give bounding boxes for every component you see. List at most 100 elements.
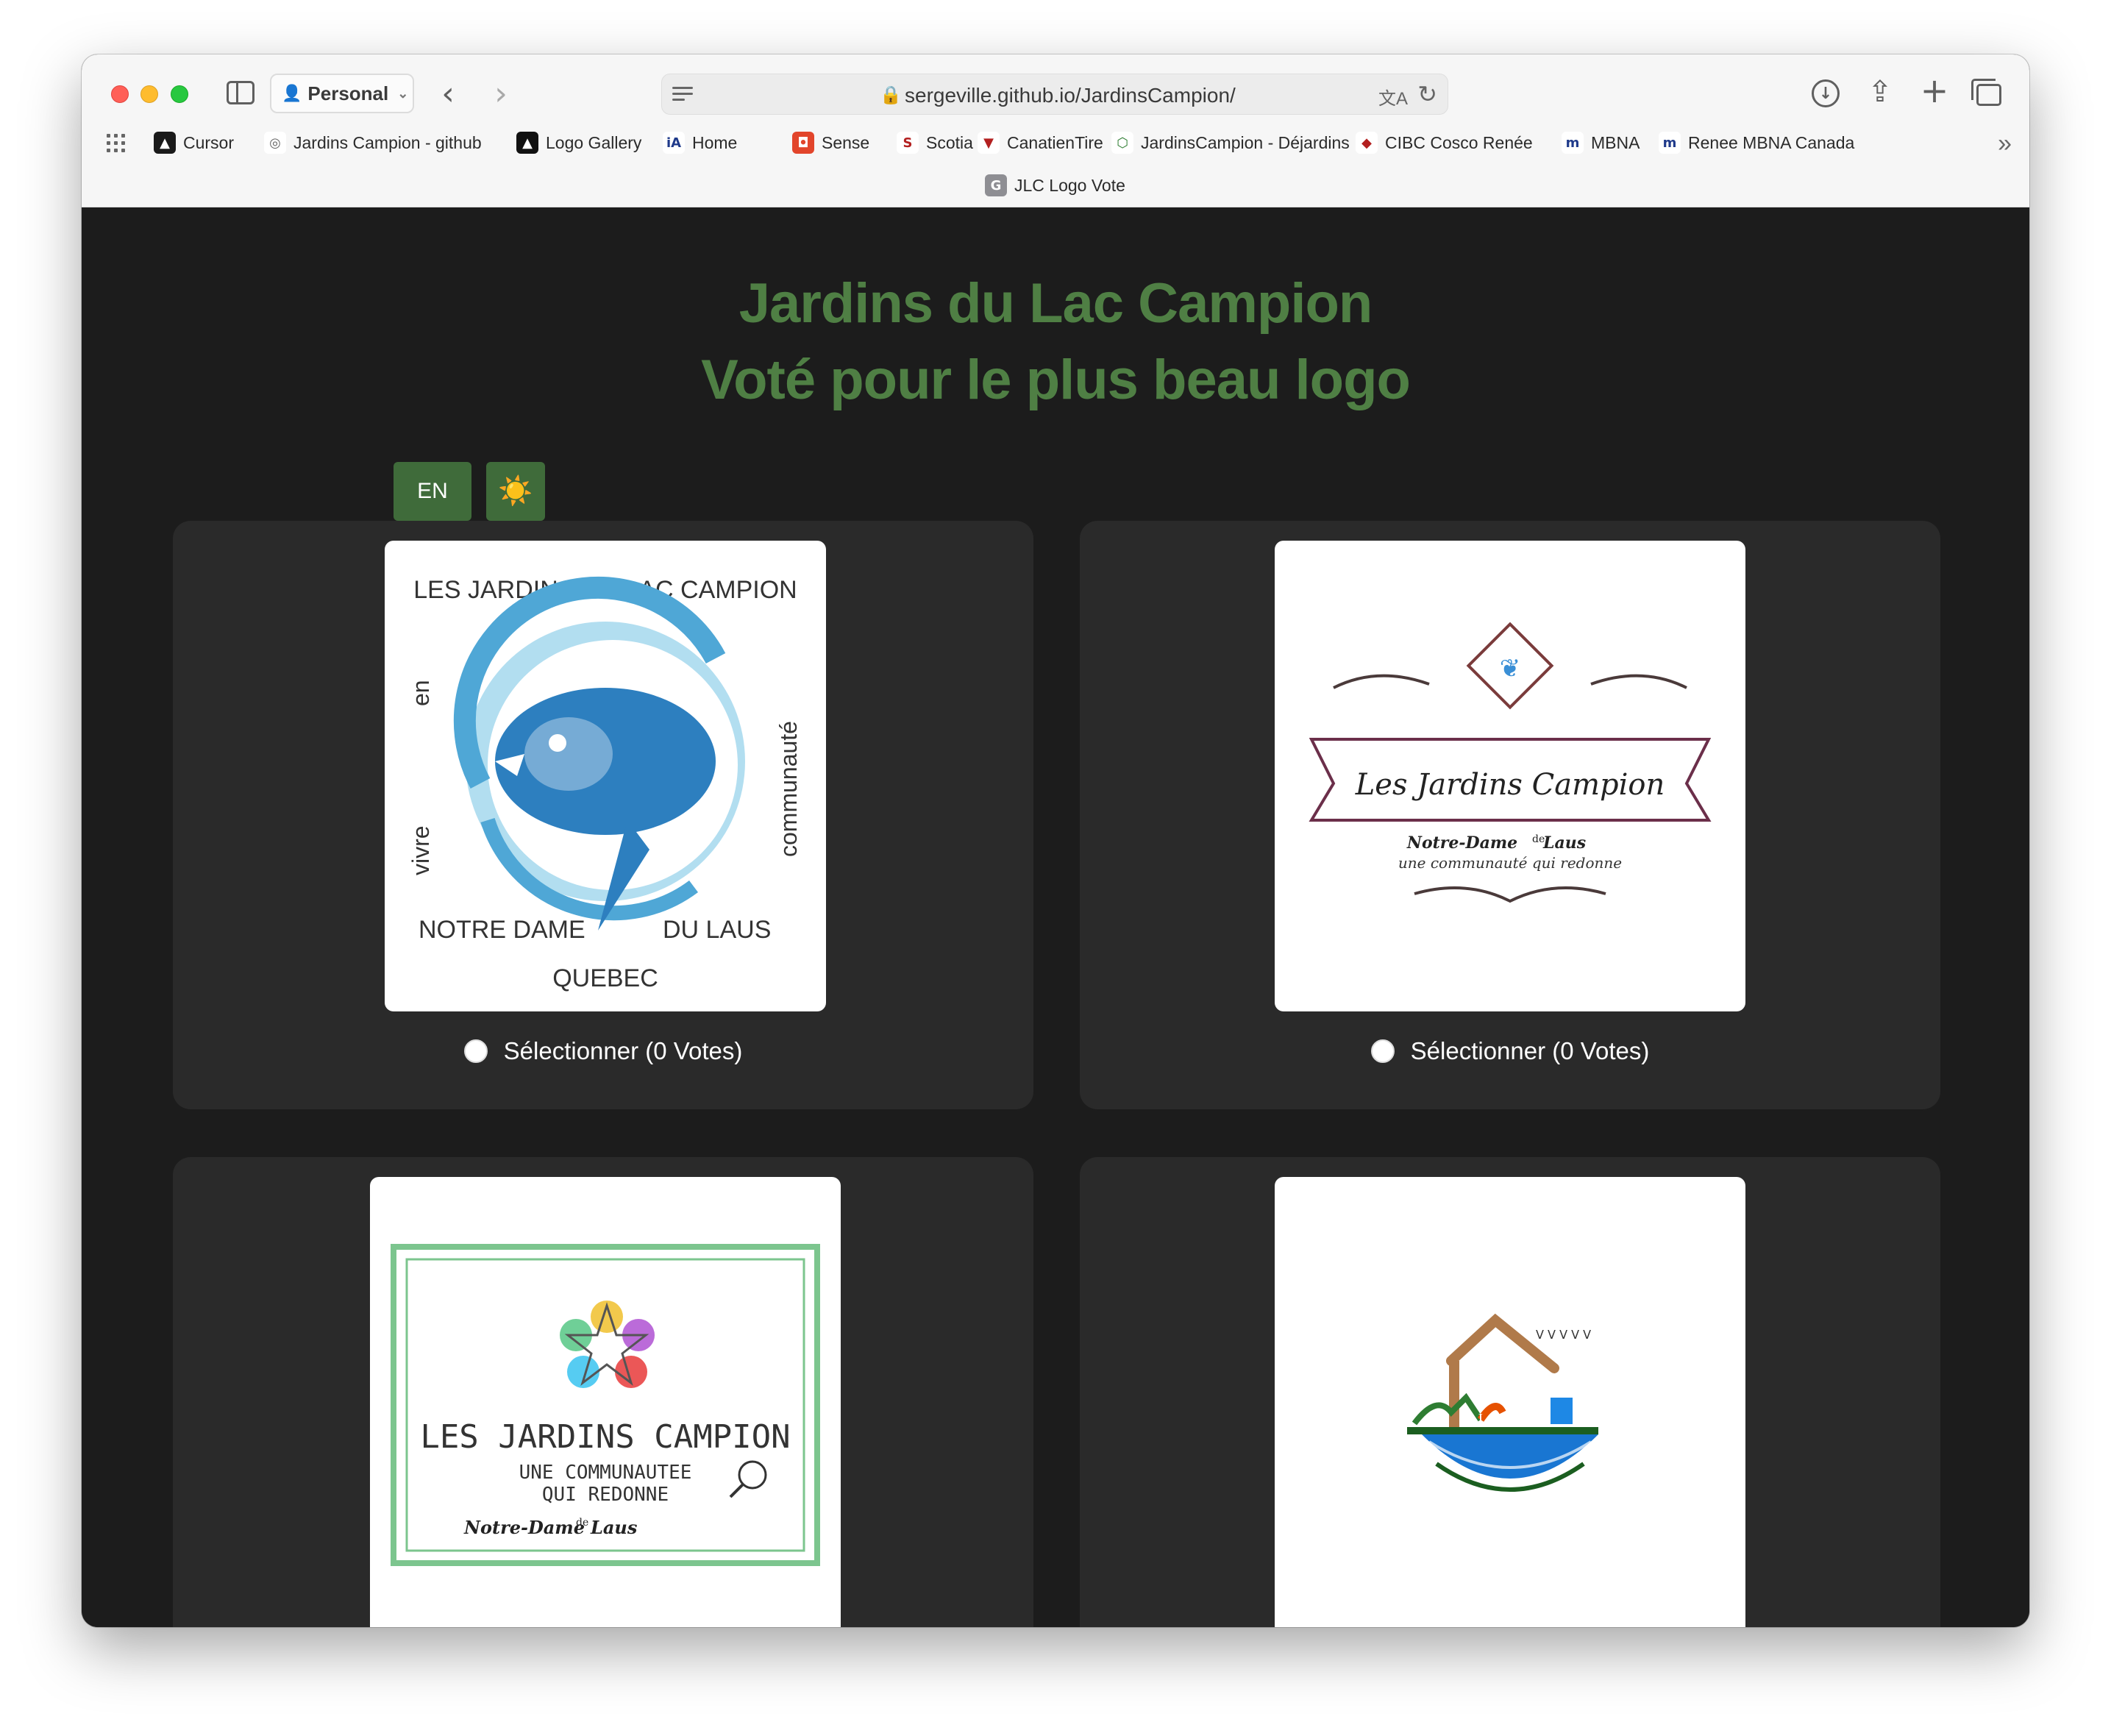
logo1-quebec-text: QUEBEC <box>552 964 658 992</box>
person-icon: 👤 <box>282 84 302 102</box>
logo1-vivre-text: vivre <box>407 825 434 875</box>
bookmark-label: Logo Gallery <box>546 132 642 152</box>
mbna-icon: m <box>1659 132 1681 154</box>
logo3-tagline2-text: QUI REDONNE <box>542 1484 669 1506</box>
logo1-communaute-text: communauté <box>775 721 802 857</box>
bookmark-item[interactable]: ◘ Sense <box>792 128 869 157</box>
bookmark-item[interactable]: ▲ Cursor <box>154 128 234 157</box>
mbna-icon: m <box>1562 132 1584 154</box>
bookmark-label: Scotia <box>926 132 973 152</box>
bookmark-label: Renee MBNA Canada <box>1688 132 1855 152</box>
minimize-window-button[interactable] <box>140 85 158 103</box>
bookmark-item[interactable]: m MBNA <box>1562 128 1640 157</box>
logo4-j-text: J <box>1477 1411 1483 1427</box>
theme-toggle-button[interactable]: ☀️ <box>486 462 545 521</box>
browser-window: 👤 Personal ⌄ ‹ › 🔒 sergeville.github.io/… <box>82 54 2029 1627</box>
apps-grid-icon[interactable] <box>107 134 126 153</box>
vote-label: Sélectionner (0 Votes) <box>1410 1037 1650 1064</box>
vote-radio[interactable] <box>463 1039 488 1063</box>
logo2-title-text: Les Jardins Campion <box>1355 768 1665 802</box>
logo4-c-text: C <box>1528 1411 1538 1427</box>
logo3-de-text: de <box>576 1517 588 1529</box>
chevron-down-icon: ⌄ <box>397 85 409 101</box>
logo3-laus-text: Laus <box>590 1517 638 1538</box>
sense-icon: ◘ <box>792 132 814 154</box>
cursor-icon: ▲ <box>154 132 176 154</box>
bookmark-item[interactable]: ▲ Logo Gallery <box>516 128 641 157</box>
bookmark-item[interactable]: iA Home <box>663 128 737 157</box>
language-toggle-button[interactable]: EN <box>394 462 471 521</box>
bookmark-item[interactable]: ◎ Jardins Campion - github <box>264 128 482 157</box>
vote-label: Sélectionner (0 Votes) <box>503 1037 743 1064</box>
logo-image-3[interactable]: LES JARDINS CAMPION UNE COMMUNAUTEE QUI … <box>370 1177 841 1627</box>
desjardins-icon: ⬡ <box>1111 132 1133 154</box>
svg-text:ᐯ ᐯ ᐯ ᐯ ᐯ: ᐯ ᐯ ᐯ ᐯ ᐯ <box>1536 1328 1591 1342</box>
bookmark-item[interactable]: G JLC Logo Vote <box>985 171 1125 200</box>
bookmark-label: JLC Logo Vote <box>1014 175 1125 195</box>
bookmark-item[interactable]: m Renee MBNA Canada <box>1659 128 1854 157</box>
g-icon: G <box>985 174 1007 196</box>
downloads-icon[interactable]: ↓ <box>1807 75 1844 112</box>
logo3-title-text: LES JARDINS CAMPION <box>420 1418 790 1456</box>
bookmark-label: CIBC Cosco Renée <box>1385 132 1533 152</box>
bookmark-label: Jardins Campion - github <box>293 132 482 152</box>
url-text[interactable]: sergeville.github.io/JardinsCampion/ <box>905 84 1236 107</box>
bookmark-label: Home <box>692 132 738 152</box>
tab-overview-icon[interactable] <box>1971 77 2007 113</box>
logo-card: LES JARDINS CAMPION UNE COMMUNAUTEE QUI … <box>173 1157 1033 1627</box>
bookmarks-bar-row2: G JLC Logo Vote <box>82 171 2029 200</box>
scotia-icon: S <box>897 132 919 154</box>
logo-card: LES JARDINS DU LAC CAMPION en vivre comm… <box>173 521 1033 1109</box>
share-icon[interactable]: ⇪ <box>1862 72 1898 112</box>
bookmark-label: Cursor <box>183 132 235 152</box>
page-title: Jardins du Lac Campion <box>738 272 1373 335</box>
logo-image-2[interactable]: ❦ Les Jardins Campion Notre-Dame de Laus… <box>1275 541 1745 1011</box>
logo2-tagline-text: une communauté qui redonne <box>1398 854 1622 872</box>
sidebar-toggle-icon[interactable] <box>226 79 255 106</box>
profile-selector[interactable]: 👤 Personal ⌄ <box>270 74 414 113</box>
translate-icon[interactable]: 文A <box>1378 84 1408 110</box>
address-bar[interactable]: 🔒 sergeville.github.io/JardinsCampion/ 文… <box>661 74 1448 115</box>
forward-button[interactable]: › <box>486 75 516 113</box>
reader-view-icon[interactable] <box>672 83 693 105</box>
logo-gallery-icon: ▲ <box>516 132 538 154</box>
bookmarks-bar: ▲ Cursor ◎ Jardins Campion - github ▲ Logo Ga… <box>82 128 2029 157</box>
close-window-button[interactable] <box>111 85 129 103</box>
vote-option[interactable]: Sélectionner (0 Votes) <box>1080 1037 1940 1065</box>
logo3-tagline1-text: UNE COMMUNAUTEE <box>519 1462 692 1484</box>
page-content: Jardins du Lac Campion Voté pour le plus… <box>82 208 2029 1627</box>
logo-image-4[interactable]: ᐯ ᐯ ᐯ ᐯ ᐯ J L C <box>1275 1177 1745 1627</box>
more-bookmarks-icon[interactable]: » <box>1998 129 2012 158</box>
bookmark-label: Sense <box>822 132 870 152</box>
lock-icon: 🔒 <box>880 85 902 105</box>
bookmark-item[interactable]: ▼ CanatienTire <box>978 128 1103 157</box>
logo-image-1[interactable]: LES JARDINS DU LAC CAMPION en vivre comm… <box>385 541 826 1011</box>
logo-card: ❦ Les Jardins Campion Notre-Dame de Laus… <box>1080 521 1940 1109</box>
svg-text:❦: ❦ <box>1500 654 1521 683</box>
logo4-l-text: L <box>1503 1411 1512 1427</box>
logo1-en-text: en <box>407 680 434 706</box>
canadiantire-icon: ▼ <box>978 132 1000 154</box>
browser-toolbar: 👤 Personal ⌄ ‹ › 🔒 sergeville.github.io/… <box>82 54 2029 207</box>
logo2-notre-dame-text: Notre-Dame <box>1406 833 1517 853</box>
logo2-laus-text: Laus <box>1542 833 1586 853</box>
new-tab-icon[interactable]: + <box>1916 71 1953 110</box>
page-subtitle: Voté pour le plus beau logo <box>701 349 1411 411</box>
vote-option[interactable]: Sélectionner (0 Votes) <box>173 1037 1033 1065</box>
bookmark-item[interactable]: S Scotia <box>897 128 973 157</box>
globe-icon: ◎ <box>264 132 286 154</box>
logo3-notre-dame-text: Notre-Dame <box>463 1517 585 1538</box>
bookmark-item[interactable]: ◆ CIBC Cosco Renée <box>1356 128 1533 157</box>
ia-icon: iA <box>663 132 685 154</box>
vote-radio[interactable] <box>1370 1039 1395 1063</box>
logo1-du-laus-text: DU LAUS <box>663 916 771 944</box>
bookmark-item[interactable]: ⬡ JardinsCampion - Déjardins <box>1111 128 1350 157</box>
reload-icon[interactable]: ↻ <box>1417 80 1437 108</box>
logo1-notre-dame-text: NOTRE DAME <box>419 916 585 944</box>
logo-card: ᐯ ᐯ ᐯ ᐯ ᐯ J L C <box>1080 1157 1940 1627</box>
profile-label: Personal <box>307 82 389 104</box>
cibc-icon: ◆ <box>1356 132 1378 154</box>
bookmark-label: JardinsCampion - Déjardins <box>1141 132 1350 152</box>
zoom-window-button[interactable] <box>171 85 188 103</box>
back-button[interactable]: ‹ <box>433 75 463 113</box>
